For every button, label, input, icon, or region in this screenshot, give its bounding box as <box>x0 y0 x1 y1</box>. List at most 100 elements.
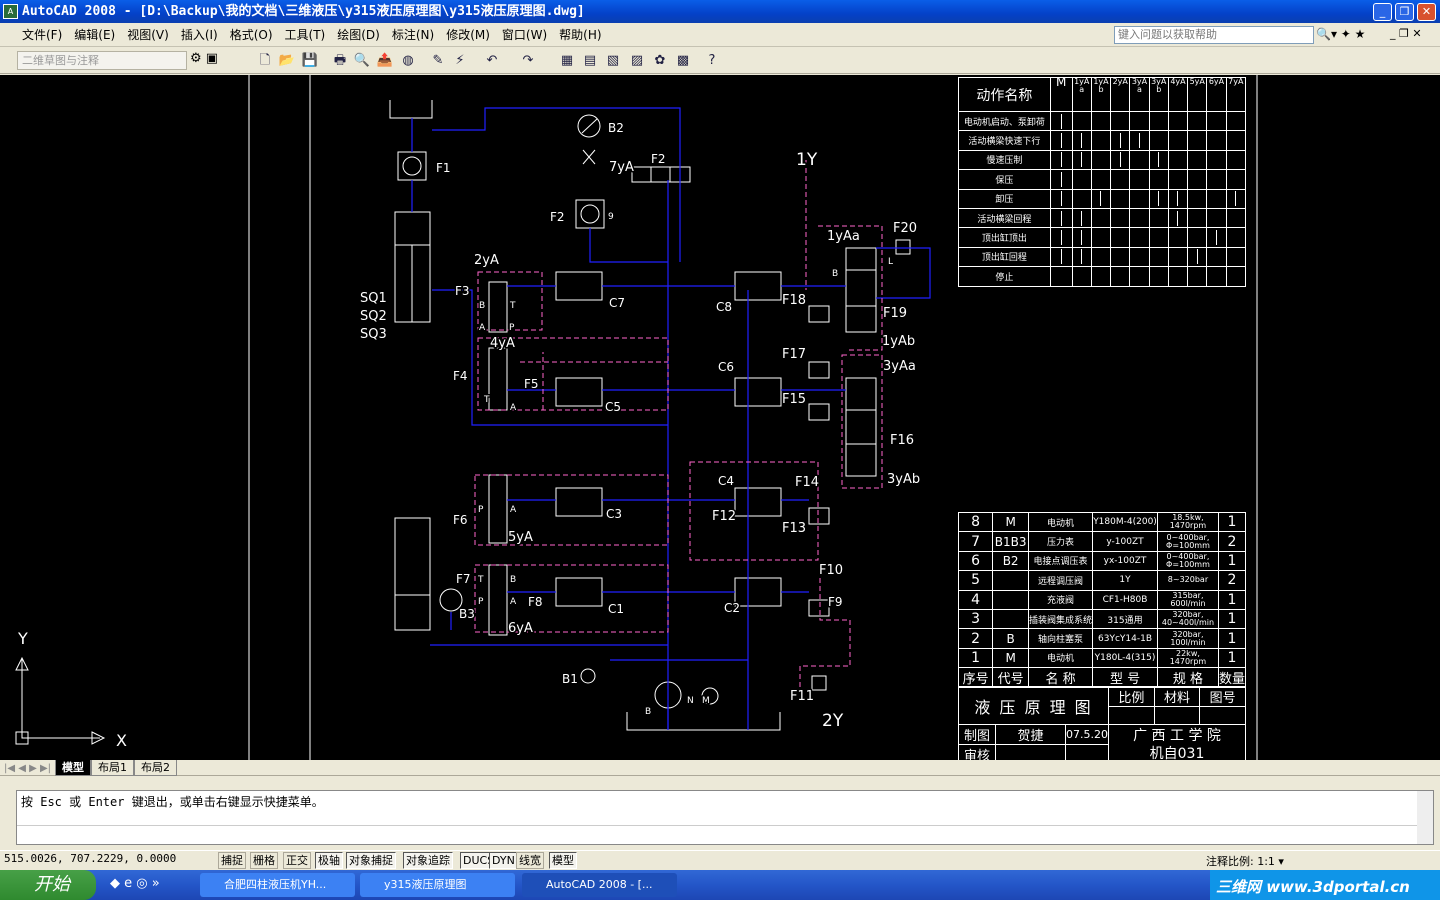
3d-dwf-icon[interactable]: ◍ <box>398 51 418 70</box>
save-icon[interactable]: 💾 <box>300 51 320 70</box>
label-f12: F12 <box>712 509 736 524</box>
status-toggle-1[interactable]: 栅格 <box>250 852 278 869</box>
menu-view[interactable]: 视图(V) <box>121 23 175 47</box>
plot-preview-icon[interactable]: 🔍 <box>352 51 372 70</box>
action-row: 顶出缸回程 <box>958 246 1247 268</box>
calculator-icon[interactable]: ▩ <box>673 51 693 70</box>
menu-tools[interactable]: 工具(T) <box>279 23 332 47</box>
state-cell <box>1187 149 1208 171</box>
start-button[interactable]: 开始 <box>0 870 96 900</box>
sheet-set-icon[interactable]: ▨ <box>627 51 647 70</box>
label-f20: F20 <box>893 221 917 236</box>
doc-window-controls[interactable]: _ ❐ ✕ <box>1390 27 1422 40</box>
state-cell <box>1129 246 1150 268</box>
tab-scroll-arrows[interactable]: |◀ ◀ ▶ ▶| <box>0 763 55 774</box>
state-cell <box>1129 207 1150 229</box>
publish-icon[interactable]: 📤 <box>375 51 395 70</box>
annotation-scale[interactable]: 注释比例: 1:1 ▾ <box>1206 853 1284 869</box>
menu-dimension[interactable]: 标注(N) <box>386 23 440 47</box>
state-cell <box>1225 188 1247 209</box>
close-button[interactable]: ✕ <box>1417 3 1436 21</box>
state-cell <box>1071 149 1092 171</box>
menu-insert[interactable]: 插入(I) <box>175 23 224 47</box>
menu-help[interactable]: 帮助(H) <box>553 23 607 47</box>
energized-mark <box>1060 113 1062 129</box>
parts-cell: 1 <box>1217 628 1247 649</box>
autocad-icon[interactable]: A <box>3 4 18 19</box>
menu-format[interactable]: 格式(O) <box>224 23 279 47</box>
quick-launch-icons[interactable]: ◆ e ◎ » <box>110 876 160 891</box>
status-toggle-4[interactable]: 对象捕捉 <box>346 852 396 869</box>
help-icon[interactable]: ? <box>702 51 722 70</box>
help-search-input[interactable]: 键入问题以获取帮助 <box>1114 26 1314 44</box>
status-toggle-5[interactable]: 对象追踪 <box>403 852 453 869</box>
state-cell <box>1129 130 1150 151</box>
label-6ya: 6yA <box>508 621 533 636</box>
parts-cell: 远程调压阀 <box>1028 570 1094 591</box>
energized-mark <box>1158 191 1160 207</box>
drawing-canvas[interactable]: F1 B2 7yA F2 1Y F2 9 2yA F3 C7 C8 1yAa F20 F18 F19 1yAb… <box>0 75 1440 765</box>
command-scrollbar[interactable] <box>1417 791 1433 844</box>
search-icon[interactable]: 🔍▾ ✦ ★ <box>1316 27 1365 41</box>
state-cell <box>1090 130 1112 151</box>
task-autocad[interactable]: AutoCAD 2008 - [... <box>522 873 677 897</box>
tool-palettes-icon[interactable]: ▧ <box>603 51 623 70</box>
parts-cell: M <box>992 647 1030 669</box>
markup-icon[interactable]: ✿ <box>650 51 670 70</box>
tab-model[interactable]: 模型 <box>55 760 92 776</box>
status-toggle-3[interactable]: 极轴 <box>315 852 343 869</box>
minimize-button[interactable]: _ <box>1373 3 1392 21</box>
parts-cell: 压力表 <box>1028 531 1094 552</box>
menu-edit[interactable]: 编辑(E) <box>68 23 121 47</box>
status-toggle-7[interactable]: DYN <box>489 852 518 869</box>
state-cell <box>1049 227 1073 248</box>
restore-button[interactable]: ❐ <box>1395 3 1414 21</box>
task-folder[interactable]: y315液压原理图 <box>360 873 515 897</box>
label-b2: B2 <box>608 121 624 135</box>
state-cell <box>1071 169 1092 190</box>
menu-window[interactable]: 窗口(W) <box>496 23 553 47</box>
command-window[interactable]: 按 Esc 或 Enter 键退出，或单击右键显示快捷菜单。 <box>16 790 1434 845</box>
state-cell <box>1187 207 1208 229</box>
status-toggle-8[interactable]: 线宽 <box>516 852 544 869</box>
parts-row: 5 远程调压阀 1Y 8~320bar 2 <box>957 570 1247 591</box>
menu-modify[interactable]: 修改(M) <box>440 23 496 47</box>
task-browser[interactable]: 合肥四柱液压机YH... <box>200 873 355 897</box>
state-cell <box>1129 110 1150 132</box>
energized-mark <box>1119 133 1121 149</box>
new-icon[interactable]: 🗋 <box>255 51 275 70</box>
design-center-icon[interactable]: ▤ <box>580 51 600 70</box>
parts-cell: 320bar, 100l/min <box>1156 628 1219 649</box>
properties-icon[interactable]: ▦ <box>557 51 577 70</box>
parts-row: 3 插装阀集成系统 315通用 320bar, 40~400l/min 1 <box>957 608 1247 630</box>
status-toggle-0[interactable]: 捕捉 <box>218 852 246 869</box>
block-editor-icon[interactable]: ⚡ <box>450 51 470 70</box>
state-cell <box>1071 207 1092 229</box>
tab-layout1[interactable]: 布局1 <box>91 760 135 776</box>
drawn-by: 贺捷 <box>995 724 1066 745</box>
redo-icon[interactable]: ↷ <box>518 51 538 70</box>
state-cell <box>1110 207 1131 229</box>
label-a: A <box>510 505 517 515</box>
parts-cell: 63YcY14-1B <box>1092 628 1158 649</box>
match-properties-icon[interactable]: ✎ <box>428 51 448 70</box>
label-b: B <box>645 707 651 717</box>
menu-draw[interactable]: 绘图(D) <box>331 23 386 47</box>
tab-layout2[interactable]: 布局2 <box>134 760 178 776</box>
state-cell <box>1225 246 1247 268</box>
plot-icon[interactable]: 🖶 <box>330 51 350 70</box>
state-cell <box>1071 227 1092 248</box>
parts-list-table: 8 M 电动机 Y180M-4(200) 18.5kw, 1470rpm 1 7 B1B3 压力… <box>957 511 1247 689</box>
status-toggle-2[interactable]: 正交 <box>283 852 311 869</box>
state-cell <box>1148 246 1169 268</box>
parts-cell: 315通用 <box>1092 608 1158 630</box>
status-toggle-9[interactable]: 模型 <box>549 852 577 869</box>
open-icon[interactable]: 📂 <box>277 51 297 70</box>
workspace-settings-icon[interactable]: ⚙ ▣ <box>190 51 218 66</box>
action-name: 电动机启动、泵卸荷 <box>958 110 1051 132</box>
menu-file[interactable]: 文件(F) <box>0 23 68 47</box>
state-cell <box>1110 130 1131 151</box>
undo-icon[interactable]: ↶ <box>482 51 502 70</box>
label-b: B <box>510 575 516 585</box>
workspace-select[interactable]: 二维草图与注释 <box>17 51 187 70</box>
